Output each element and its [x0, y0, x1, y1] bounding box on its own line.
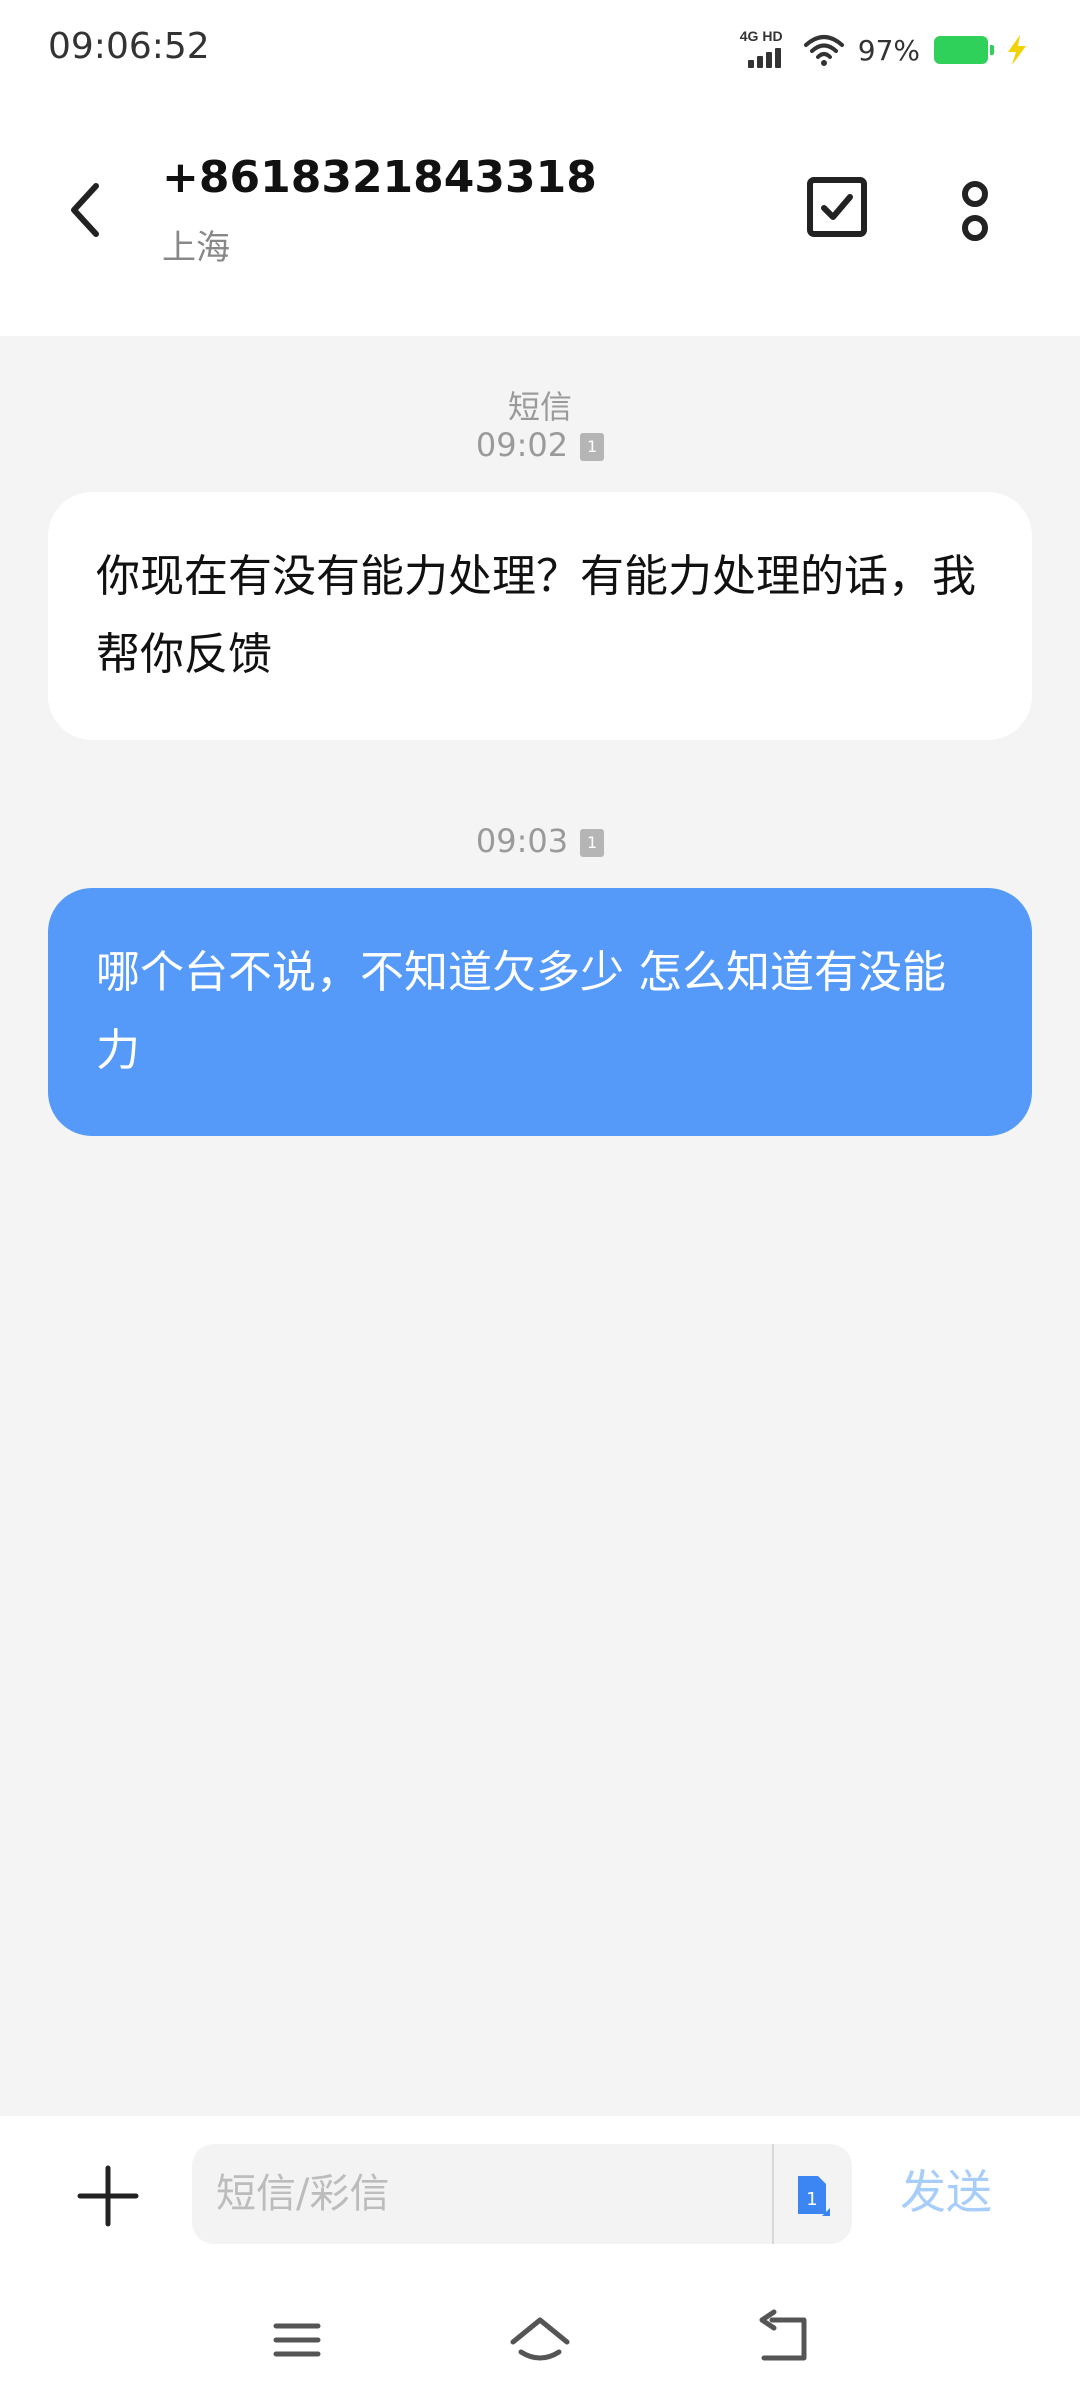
- wifi-icon: [803, 35, 844, 66]
- contact-location: 上海: [162, 228, 230, 268]
- more-options-icon[interactable]: [940, 170, 1010, 250]
- incoming-message-bubble[interactable]: 你现在有没有能力处理？有能力处理的话，我帮你反馈: [48, 492, 1032, 740]
- back-icon[interactable]: [748, 2308, 818, 2372]
- send-button[interactable]: 发送: [900, 2156, 992, 2222]
- compose-bar: 1 发送: [0, 2116, 1080, 2276]
- status-bar: 09:06:52 4G HD 97%: [0, 0, 1080, 100]
- message-timestamp: 09:02 1: [0, 426, 1080, 464]
- battery-percent: 97%: [857, 33, 920, 67]
- sim-card-icon: 1: [580, 433, 605, 461]
- add-attachment-icon[interactable]: [72, 2160, 144, 2232]
- status-time: 09:06:52: [48, 26, 210, 67]
- sim-number: 1: [806, 2189, 817, 2210]
- message-input-box: 1: [192, 2144, 852, 2244]
- select-checkbox-icon[interactable]: [800, 170, 874, 244]
- home-icon[interactable]: [505, 2308, 575, 2372]
- status-indicators: 4G HD 97%: [738, 28, 1032, 72]
- conversation-header: +8618321843318 上海: [0, 100, 1080, 336]
- contact-number: +8618321843318: [162, 152, 597, 203]
- input-divider: [772, 2144, 774, 2244]
- message-timestamp: 09:03 1: [0, 822, 1080, 860]
- message-text: 哪个台不说，不知道欠多少 怎么知道有没能力: [96, 947, 946, 1076]
- back-arrow-icon[interactable]: [56, 170, 116, 250]
- message-input[interactable]: [216, 2144, 736, 2244]
- message-list[interactable]: 短信 09:02 1 你现在有没有能力处理？有能力处理的话，我帮你反馈 09:03…: [0, 336, 1080, 2116]
- system-nav-bar: [0, 2276, 1080, 2400]
- outgoing-message-bubble[interactable]: 哪个台不说，不知道欠多少 怎么知道有没能力: [48, 888, 1032, 1136]
- signal-icon: 4G HD: [738, 28, 790, 72]
- network-type: 4G HD: [739, 28, 783, 44]
- message-text: 你现在有没有能力处理？有能力处理的话，我帮你反馈: [96, 551, 976, 680]
- battery-icon: [934, 36, 994, 64]
- message-time: 09:02: [475, 426, 569, 464]
- charging-icon: [1008, 35, 1026, 65]
- sim-card-icon[interactable]: 1: [792, 2172, 832, 2218]
- message-type-label: 短信: [507, 388, 572, 426]
- message-time: 09:03: [475, 822, 569, 860]
- menu-icon[interactable]: [262, 2308, 332, 2372]
- sim-card-icon: 1: [580, 829, 605, 857]
